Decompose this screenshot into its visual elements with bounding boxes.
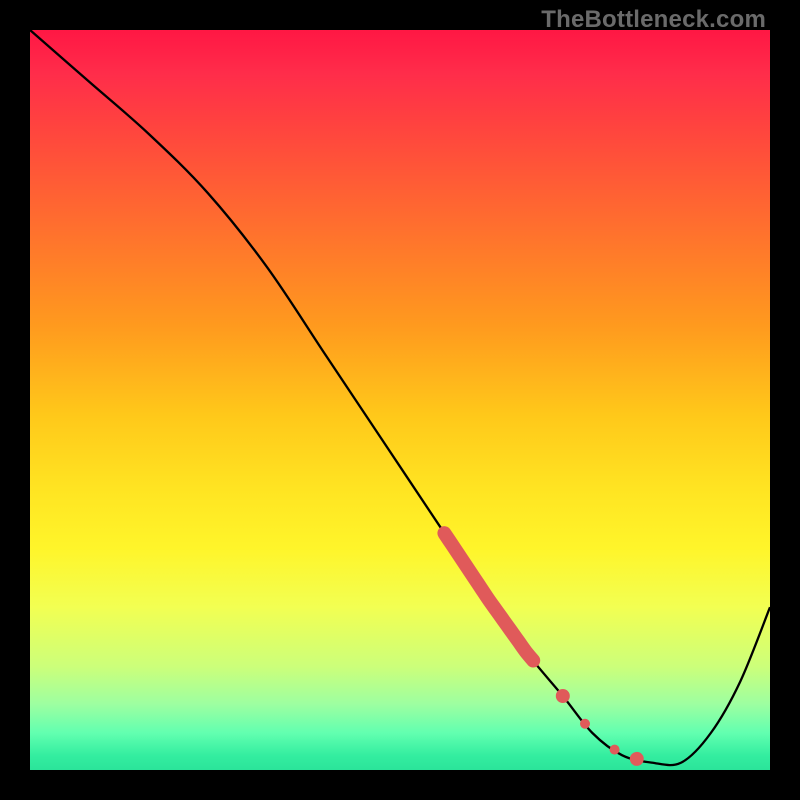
highlight-dot bbox=[556, 689, 570, 703]
curve-svg bbox=[30, 30, 770, 770]
highlight-segment bbox=[444, 533, 533, 660]
highlight-dot bbox=[610, 745, 620, 755]
chart-stage: TheBottleneck.com bbox=[0, 0, 800, 800]
highlight-dot bbox=[630, 752, 644, 766]
highlight-dot bbox=[580, 719, 590, 729]
plot-area bbox=[30, 30, 770, 770]
main-curve bbox=[30, 30, 770, 765]
